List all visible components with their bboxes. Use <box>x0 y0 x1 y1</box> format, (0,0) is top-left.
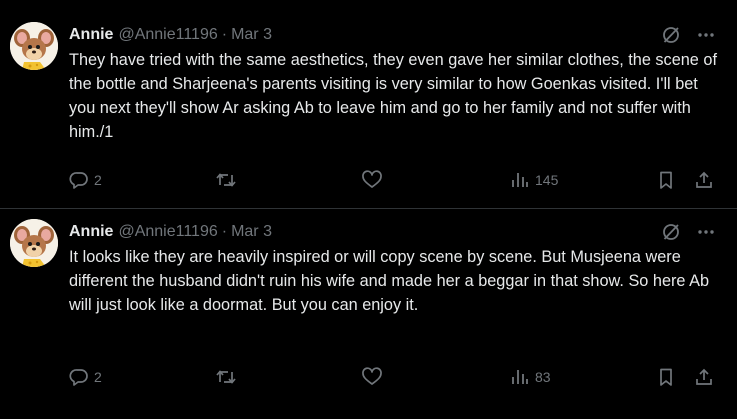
grok-icon[interactable] <box>661 222 681 242</box>
like-button[interactable] <box>361 168 388 192</box>
reply-icon <box>69 367 89 387</box>
like-button[interactable] <box>361 365 388 389</box>
author-name[interactable]: Annie <box>69 26 113 44</box>
bookmark-icon <box>656 367 676 387</box>
separator: · <box>221 26 228 43</box>
tweet-top-actions <box>661 222 715 242</box>
retweet-button[interactable] <box>215 168 242 192</box>
tweet-date[interactable]: Mar 3 <box>231 223 272 241</box>
tweet-header: Annie @Annie11196 · Mar 3 <box>69 221 272 243</box>
tweet-top-actions <box>661 25 715 45</box>
bookmark-icon <box>656 170 676 190</box>
share-button[interactable] <box>694 168 714 192</box>
views-icon <box>510 170 530 190</box>
tweet-actions: 2 83 <box>69 365 719 389</box>
author-name[interactable]: Annie <box>69 223 113 241</box>
tweet[interactable]: Annie @Annie11196 · Mar 3 It looks like … <box>0 209 737 419</box>
retweet-icon <box>215 170 237 190</box>
reply-count: 2 <box>94 172 102 188</box>
share-icon <box>694 367 714 387</box>
avatar[interactable] <box>10 22 58 70</box>
retweet-button[interactable] <box>215 365 242 389</box>
views-button[interactable]: 83 <box>510 365 551 389</box>
retweet-icon <box>215 367 237 387</box>
share-icon <box>694 170 714 190</box>
views-icon <box>510 367 530 387</box>
reply-button[interactable]: 2 <box>69 168 102 192</box>
bookmark-button[interactable] <box>656 365 676 389</box>
tweet[interactable]: Annie @Annie11196 · Mar 3 They have trie… <box>0 0 737 209</box>
tweet-header: Annie @Annie11196 · Mar 3 <box>69 24 272 46</box>
tweet-text: It looks like they are heavily inspired … <box>69 248 710 314</box>
view-count: 145 <box>535 172 559 188</box>
more-icon[interactable] <box>697 25 715 45</box>
author-handle[interactable]: @Annie11196 <box>118 223 217 241</box>
share-button[interactable] <box>694 365 714 389</box>
like-icon <box>361 170 383 190</box>
tweet-text: They have tried with the same aesthetics… <box>69 51 717 141</box>
view-count: 83 <box>535 369 551 385</box>
cartoon-mouse-avatar-icon <box>10 219 58 267</box>
reply-button[interactable]: 2 <box>69 365 102 389</box>
tweet-actions: 2 145 <box>69 168 719 192</box>
reply-icon <box>69 170 89 190</box>
reply-count: 2 <box>94 369 102 385</box>
bookmark-button[interactable] <box>656 168 676 192</box>
more-icon[interactable] <box>697 222 715 242</box>
cartoon-mouse-avatar-icon <box>10 22 58 70</box>
avatar[interactable] <box>10 219 58 267</box>
tweet-date[interactable]: Mar 3 <box>231 26 272 44</box>
separator: · <box>221 223 228 240</box>
grok-icon[interactable] <box>661 25 681 45</box>
views-button[interactable]: 145 <box>510 168 558 192</box>
author-handle[interactable]: @Annie11196 <box>118 26 217 44</box>
like-icon <box>361 367 383 387</box>
